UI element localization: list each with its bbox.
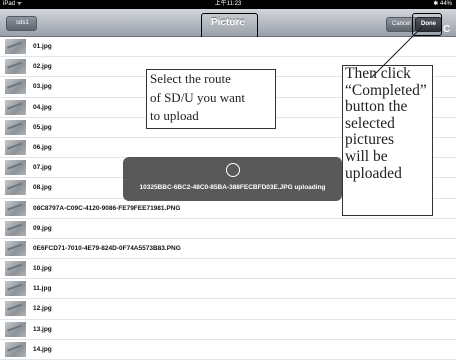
instruction-callout-right: Then click “Completed” button the selected p… bbox=[342, 65, 433, 216]
image-thumbnail-icon bbox=[5, 99, 26, 115]
callout-text-line: button the bbox=[345, 98, 408, 116]
image-thumbnail-icon bbox=[5, 321, 26, 337]
file-name: 09.jpg bbox=[33, 224, 52, 232]
callout-text-line: of SD/U you want bbox=[150, 89, 245, 105]
callout-text-line: selected bbox=[345, 114, 395, 132]
file-name: 08.jpg bbox=[33, 184, 52, 192]
callout-text-line: will be bbox=[345, 147, 388, 165]
file-name: 02.jpg bbox=[33, 63, 52, 71]
file-name: 14.jpg bbox=[33, 345, 52, 353]
callout-text-line: to upload bbox=[150, 108, 199, 123]
status-bar: iPad ᯤ 上午11:23 ✱ 44% bbox=[0, 0, 456, 9]
callout-text-line: uploaded bbox=[345, 164, 402, 182]
callout-text-line: pictures bbox=[345, 131, 395, 149]
image-thumbnail-icon bbox=[5, 79, 26, 95]
file-name: 07.jpg bbox=[33, 164, 52, 172]
file-name: 10.jpg bbox=[33, 265, 52, 273]
image-thumbnail-icon bbox=[5, 301, 26, 317]
callout-text-line: Select the route bbox=[150, 71, 231, 86]
image-thumbnail-icon bbox=[5, 160, 26, 176]
callout-pointer-line bbox=[371, 26, 423, 78]
file-row[interactable]: 14.jpg bbox=[0, 339, 456, 360]
refresh-icon[interactable]: C bbox=[443, 24, 450, 35]
callout-text-line: “Completed” bbox=[345, 81, 427, 99]
image-thumbnail-icon bbox=[5, 119, 26, 135]
file-name: 01.jpg bbox=[33, 43, 52, 50]
file-name: 05.jpg bbox=[33, 123, 52, 131]
upload-status-text: 10325BBC-6BC2-48C0-85BA-388FECBFD03E.JPG… bbox=[139, 184, 326, 191]
file-name: 08C8797A-C09C-4120-9086-FE79FEE71981.PNG bbox=[33, 204, 181, 212]
file-name: 0E6FCD71-7010-4E79-824D-0F74A5573B83.PNG bbox=[33, 244, 181, 252]
image-thumbnail-icon bbox=[5, 39, 26, 54]
file-row[interactable]: 11.jpg bbox=[0, 279, 456, 300]
status-time: 上午11:23 bbox=[214, 1, 242, 7]
file-row[interactable]: 09.jpg bbox=[0, 218, 456, 239]
image-thumbnail-icon bbox=[5, 261, 26, 277]
file-name: 11.jpg bbox=[33, 285, 52, 293]
image-thumbnail-icon bbox=[5, 200, 26, 216]
file-row[interactable]: 12.jpg bbox=[0, 299, 456, 320]
image-thumbnail-icon bbox=[5, 281, 26, 297]
battery-indicator: ✱ 44% bbox=[433, 1, 452, 7]
spinner-icon bbox=[226, 163, 240, 177]
file-row[interactable]: 0E6FCD71-7010-4E79-824D-0F74A5573B83.PNG bbox=[0, 238, 456, 260]
file-name: 06.jpg bbox=[33, 143, 52, 151]
file-name: 12.jpg bbox=[33, 305, 52, 313]
file-row[interactable]: 10.jpg bbox=[0, 259, 456, 280]
file-name: 04.jpg bbox=[33, 103, 52, 111]
file-row[interactable]: 13.jpg bbox=[0, 319, 456, 340]
image-thumbnail-icon bbox=[5, 220, 26, 236]
file-name: 13.jpg bbox=[33, 325, 52, 333]
image-thumbnail-icon bbox=[5, 341, 26, 357]
image-thumbnail-icon bbox=[5, 240, 26, 256]
image-thumbnail-icon bbox=[5, 139, 26, 155]
image-thumbnail-icon bbox=[5, 59, 26, 75]
file-name: 03.jpg bbox=[33, 83, 52, 91]
image-thumbnail-icon bbox=[5, 180, 26, 196]
instruction-callout-left: Select the route of SD/U you want to uploa… bbox=[146, 69, 276, 129]
upload-toast: 10325BBC-6BC2-48C0-85BA-388FECBFD03E.JPG… bbox=[123, 157, 342, 201]
